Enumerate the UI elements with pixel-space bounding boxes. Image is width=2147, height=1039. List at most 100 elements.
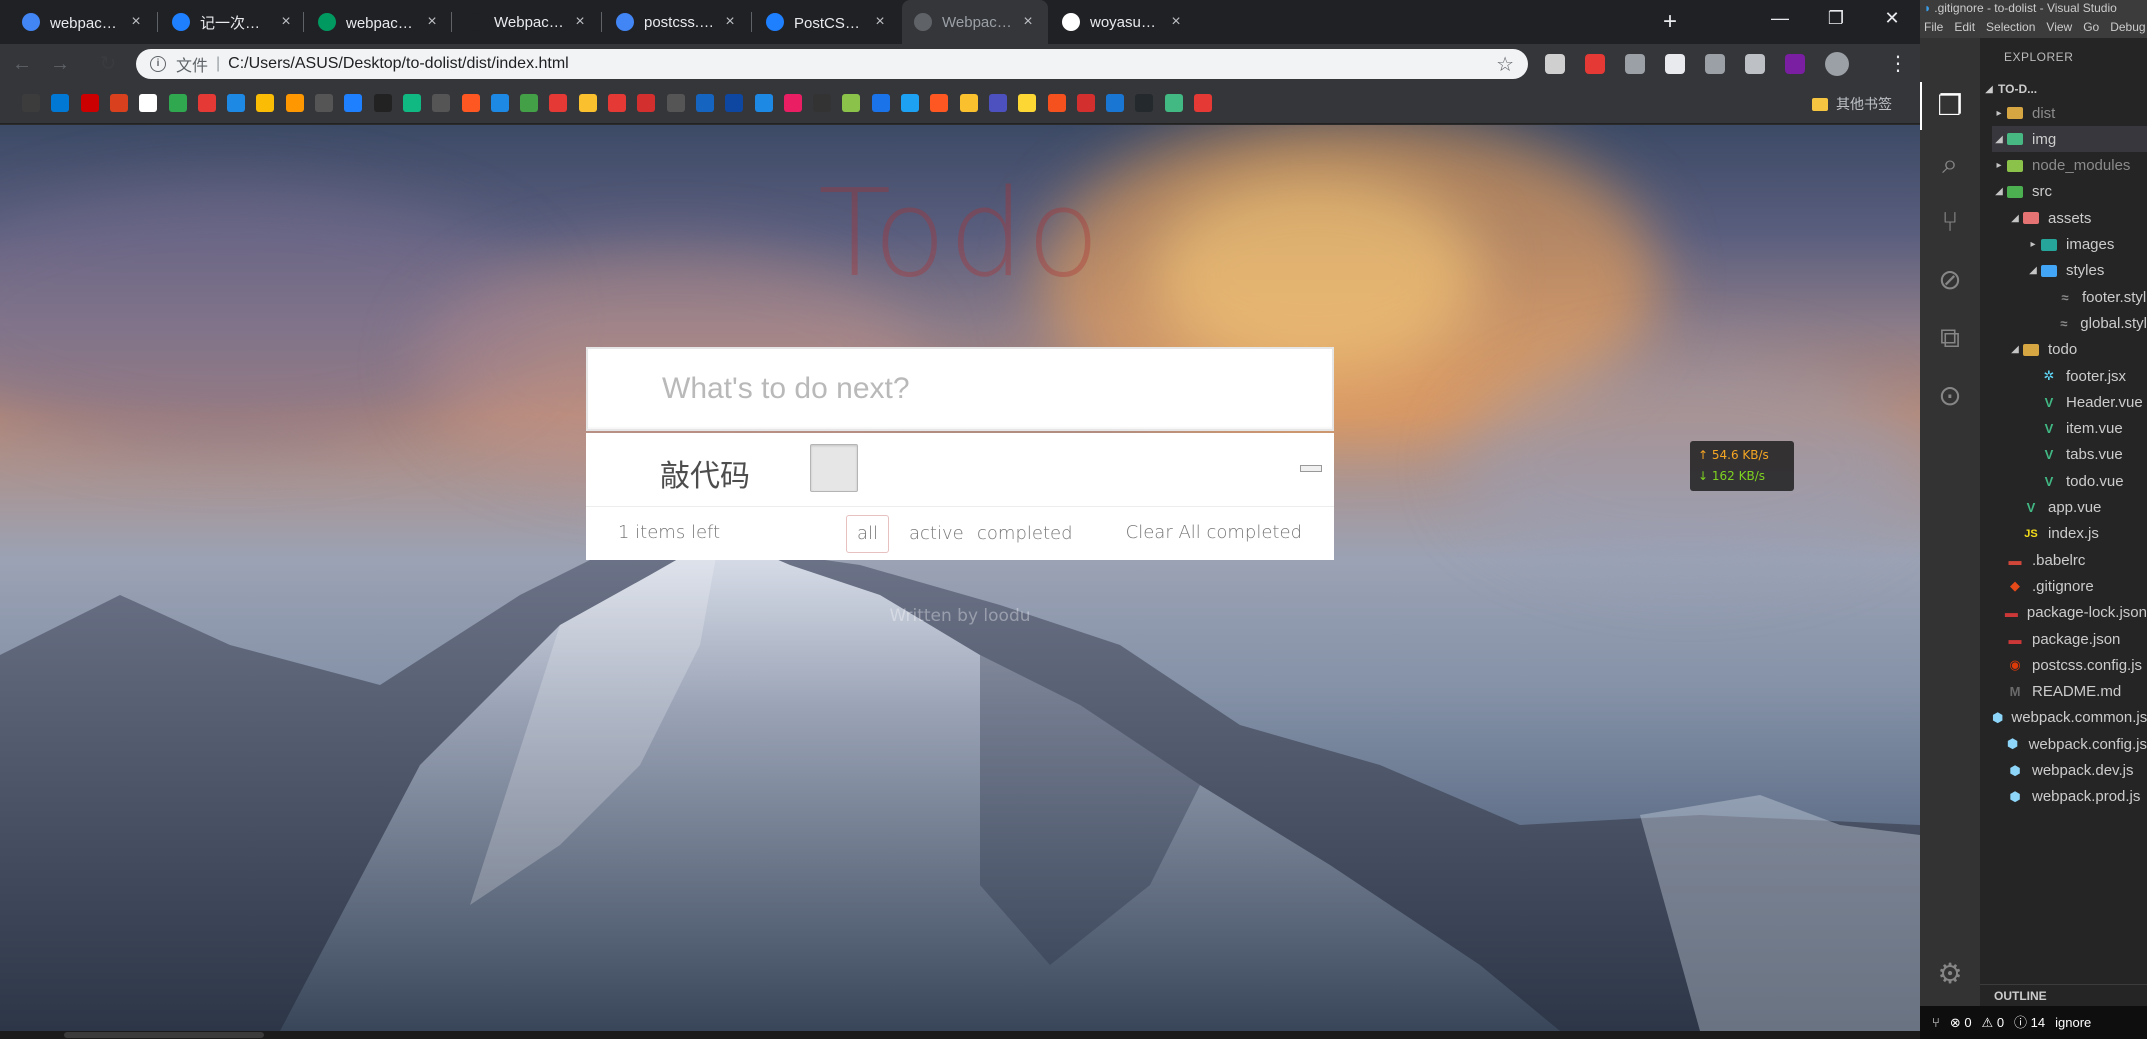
bing-icon[interactable] [51, 94, 70, 112]
folder-item[interactable]: ◢ todo [2008, 337, 2147, 363]
chrome-icon[interactable] [256, 94, 275, 112]
screenshot-extension-icon[interactable] [1705, 54, 1725, 74]
close-window-button[interactable]: ✕ [1864, 0, 1920, 36]
bird-icon[interactable] [695, 94, 714, 112]
circle-icon[interactable] [988, 94, 1007, 112]
project-root[interactable]: ◢ TO-D... [1980, 78, 2147, 100]
branch-icon[interactable]: ⑂ [1932, 1006, 1940, 1039]
pen-icon[interactable] [373, 94, 392, 112]
o-icon[interactable] [930, 94, 949, 112]
back-button[interactable]: ← [10, 52, 34, 76]
twitter-icon[interactable] [901, 94, 919, 112]
grid-icon[interactable] [842, 94, 861, 112]
netease-icon[interactable] [549, 94, 568, 112]
close-icon[interactable]: × [722, 13, 738, 31]
horizontal-scrollbar[interactable] [0, 1031, 1920, 1039]
red-icon[interactable] [637, 94, 656, 112]
file-item[interactable]: JS index.js [2008, 521, 2147, 547]
files-icon[interactable]: ❐ [1930, 86, 1970, 126]
dots-icon[interactable] [402, 94, 421, 112]
clear-completed-button[interactable]: Clear All completed [1126, 522, 1302, 543]
file-item[interactable]: ◉ postcss.config.js [1992, 652, 2147, 678]
profile-avatar-icon[interactable] [1825, 52, 1849, 76]
proxy-extension-icon[interactable] [1625, 54, 1645, 74]
file-item[interactable]: Vtabs.vue [2026, 442, 2147, 468]
cloud-icon[interactable] [490, 94, 509, 112]
flag-icon[interactable] [813, 94, 832, 112]
filter-all[interactable]: all [846, 515, 890, 553]
file-item[interactable]: ≈ footer.styl [2042, 284, 2147, 310]
browser-tab[interactable]: 记一次Webpack配 × [160, 0, 306, 44]
on-icon[interactable] [1106, 94, 1125, 112]
close-icon[interactable]: × [278, 13, 294, 31]
filter-extension-icon[interactable] [1745, 54, 1765, 74]
skull-icon[interactable] [1194, 94, 1212, 112]
file-item[interactable]: ⬢ webpack.config.js [1992, 731, 2147, 757]
rp-extension-icon[interactable] [1785, 54, 1805, 74]
juejin-icon[interactable] [344, 94, 363, 112]
outline-section[interactable]: OUTLINE [1980, 984, 2147, 1006]
error-count[interactable]: ⊗ 0 [1950, 1006, 1972, 1039]
reload-button[interactable]: ↻ [96, 52, 120, 76]
flower-icon[interactable] [783, 94, 802, 112]
terminal-icon[interactable] [520, 94, 539, 112]
smile-icon[interactable] [578, 94, 597, 112]
filter-completed[interactable]: completed [966, 515, 1084, 553]
menu-edit[interactable]: Edit [1954, 16, 1975, 38]
scrollbar-thumb[interactable] [64, 1032, 264, 1038]
folder-item[interactable]: ◢ assets [2008, 205, 2147, 231]
bookmark-star-icon[interactable]: ☆ [1496, 52, 1514, 77]
browser-tab[interactable]: webpack4+vue打 × [306, 0, 452, 44]
adblock-extension-icon[interactable] [1585, 54, 1605, 74]
extensions-icon[interactable]: ⧉ [1930, 318, 1970, 358]
folder-item[interactable]: ▸ images [2026, 232, 2147, 258]
other-bookmarks[interactable]: 其他书签 [1812, 94, 1892, 114]
stackoverflow-icon[interactable] [285, 94, 304, 112]
url-text[interactable]: C:/Users/ASUS/Desktop/to-dolist/dist/ind… [228, 55, 1496, 73]
lemon-icon[interactable] [1018, 94, 1037, 112]
close-icon[interactable]: × [424, 13, 440, 31]
file-item[interactable]: ✲ footer.jsx [2026, 363, 2147, 389]
w3schools-icon[interactable] [227, 94, 246, 112]
file-item[interactable]: V Header.vue [2026, 389, 2147, 415]
source-control-icon[interactable]: ⑂ [1930, 202, 1970, 242]
yahoo-icon[interactable] [197, 94, 216, 112]
debug-icon[interactable]: ⊘ [1930, 260, 1970, 300]
telegram-icon[interactable] [754, 94, 773, 112]
file-item[interactable]: ▬ package-lock.json [1992, 600, 2147, 626]
translate-icon[interactable] [871, 94, 890, 112]
filter-active[interactable]: active [898, 515, 975, 553]
green-c-icon[interactable] [168, 94, 187, 112]
file-item[interactable]: ▬ .babelrc [1992, 547, 2147, 573]
menu-go[interactable]: Go [2083, 16, 2099, 38]
shop-icon[interactable] [608, 94, 626, 112]
folder-item[interactable]: ◢ styles [2026, 258, 2147, 284]
close-icon[interactable]: × [128, 13, 144, 31]
browser-tab[interactable]: PostCSS 配置指北 × [754, 0, 900, 44]
forward-button[interactable]: → [48, 52, 72, 76]
file-item[interactable]: ◆ .gitignore [1992, 573, 2147, 599]
folder-item[interactable]: ▸ node_modules [1992, 153, 2147, 179]
folder-item[interactable]: ▸ dist [1992, 100, 2147, 126]
red-square-icon[interactable] [1076, 94, 1095, 112]
close-icon[interactable]: × [872, 13, 888, 31]
search-icon[interactable]: ⌕ [1930, 144, 1970, 184]
blank-bookmark-icon[interactable] [432, 94, 451, 112]
todo-toggle-checkbox[interactable] [810, 444, 858, 492]
file-item[interactable]: Vitem.vue [2026, 416, 2147, 442]
address-bar[interactable]: i 文件 | C:/Users/ASUS/Desktop/to-dolist/d… [136, 49, 1528, 79]
github-icon[interactable] [1135, 94, 1154, 112]
close-icon[interactable]: × [1168, 13, 1184, 31]
file-item[interactable]: Vtodo.vue [2026, 468, 2147, 494]
blank-bookmark-icon[interactable] [666, 94, 685, 112]
file-item[interactable]: Vapp.vue [2008, 495, 2147, 521]
folder-item[interactable]: ◢ img [1992, 126, 2147, 153]
vue-icon[interactable] [1164, 94, 1183, 112]
browser-tab[interactable]: Webpack App × [902, 0, 1048, 44]
git-history-icon[interactable]: ⊙ [1930, 376, 1970, 416]
file-item[interactable]: ⬢ webpack.prod.js [1992, 784, 2147, 810]
file-item[interactable]: M README.md [1992, 679, 2147, 705]
color-wheel-icon[interactable] [1047, 94, 1066, 112]
browser-tab[interactable]: woyasuohen6/to × [1050, 0, 1196, 44]
ukraine-icon[interactable] [959, 94, 978, 112]
